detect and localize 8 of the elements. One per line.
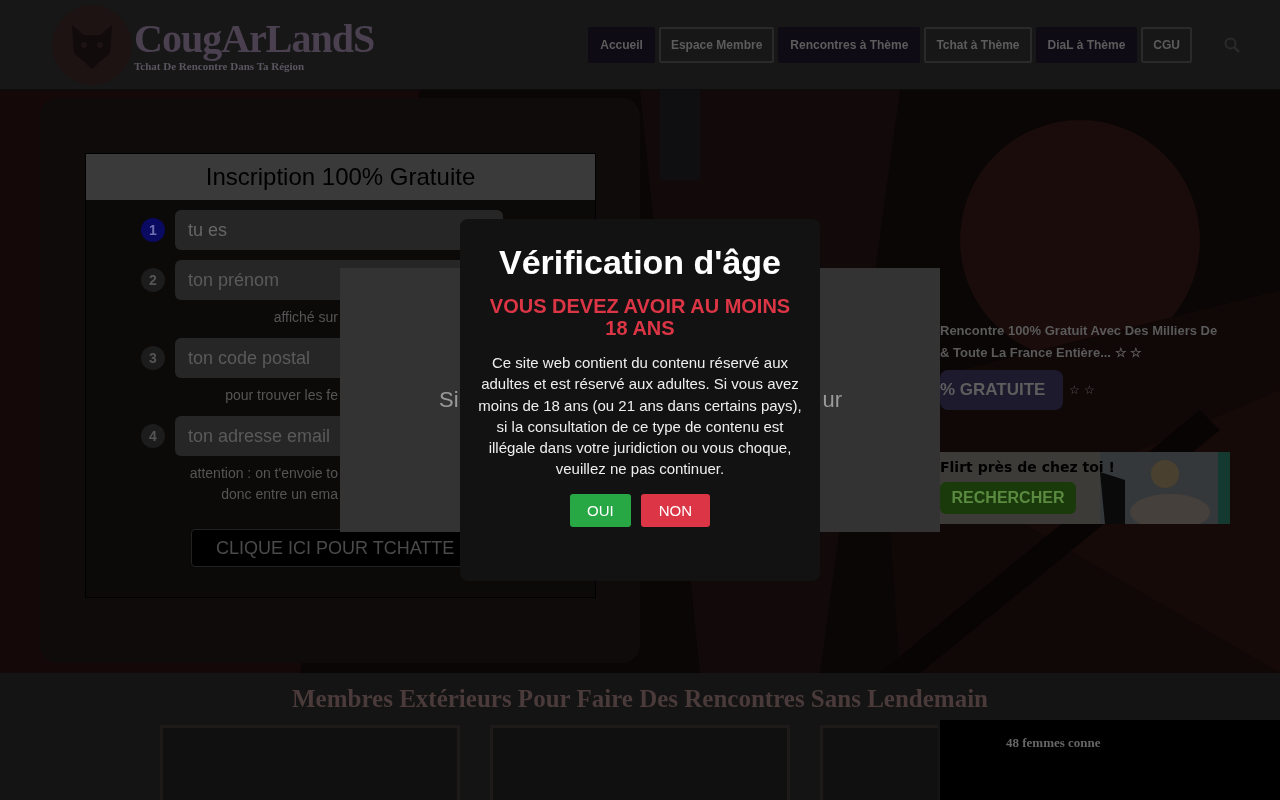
nav-link[interactable]: DiaL à Thème xyxy=(1035,26,1138,63)
logo-title: CougArLandS xyxy=(134,17,375,60)
nav-link[interactable]: Tchat à Thème xyxy=(924,26,1032,63)
nav-link[interactable]: CGU xyxy=(1141,26,1192,63)
nav-link[interactable]: Espace Membre xyxy=(658,26,775,63)
nav-link[interactable]: Accueil xyxy=(588,26,655,63)
nav-link[interactable]: Rencontres à Thème xyxy=(778,26,921,63)
online-count: 48 femmes conne xyxy=(1006,735,1101,752)
